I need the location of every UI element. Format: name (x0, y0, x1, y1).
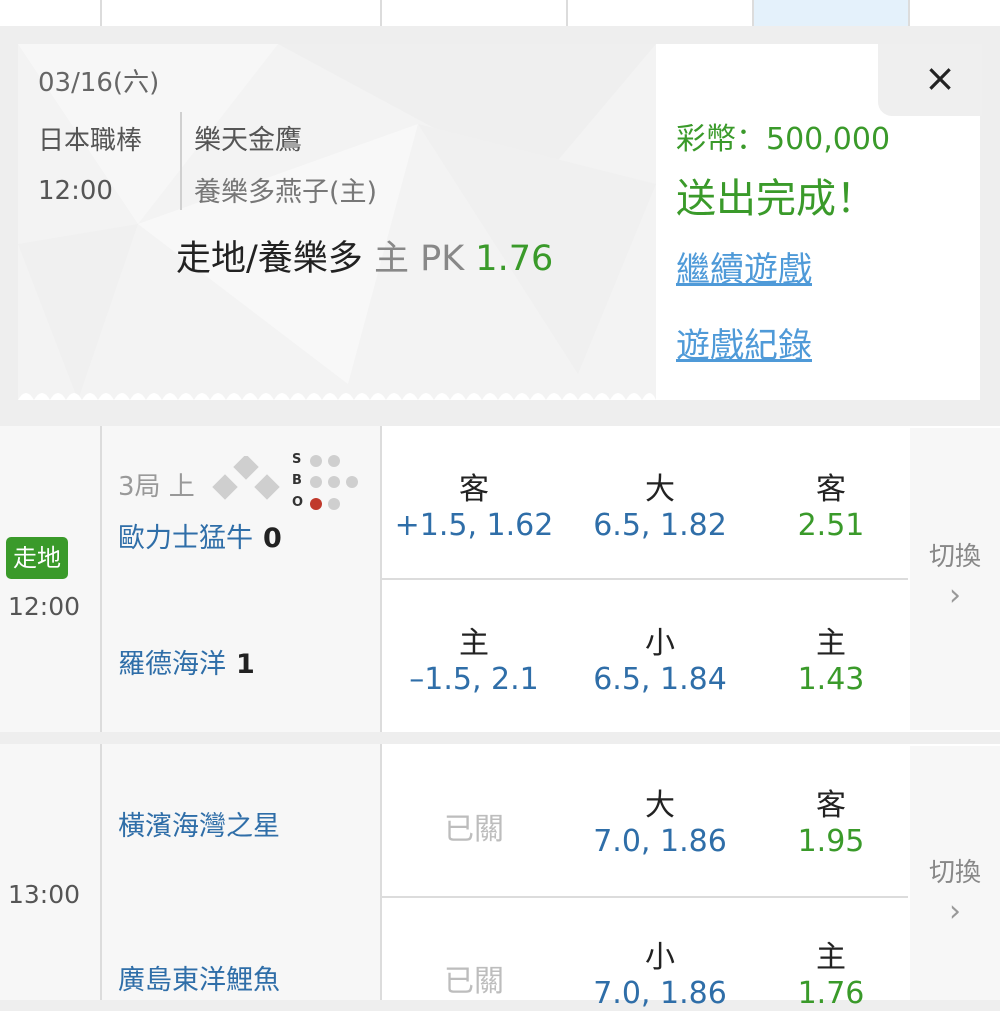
odds-label: 客 (816, 472, 846, 507)
switch-label: 切換 (928, 542, 981, 572)
match-2-time: 13:00 (8, 880, 81, 909)
odds-value: 1.43 (797, 662, 865, 697)
odds-value: 7.0, 1.86 (593, 976, 727, 1011)
divider (100, 744, 102, 1000)
odds-value: 1.95 (797, 824, 865, 859)
match-2-spread-home: 已關 (382, 898, 566, 1000)
match-2-moneyline-home[interactable]: 主 1.76 (754, 898, 908, 1011)
ticket-date: 03/16(六) (38, 68, 160, 98)
match-1-spread-away[interactable]: 客 +1.5, 1.62 (382, 428, 566, 578)
closed-label: 已關 (444, 964, 504, 999)
match-1-time: 12:00 (8, 592, 81, 621)
match-2-total-under[interactable]: 小 7.0, 1.86 (568, 898, 752, 1011)
sbo-label-s: S (292, 452, 302, 467)
odds-label: 大 (645, 788, 675, 823)
ticket-divider (180, 112, 182, 210)
divider (100, 426, 102, 732)
match-2-moneyline-away[interactable]: 客 1.95 (754, 746, 908, 896)
match-1-total-over[interactable]: 大 6.5, 1.82 (568, 428, 752, 578)
match-1-moneyline-home[interactable]: 主 1.43 (754, 580, 908, 730)
match-1-away-team: 歐力士猛牛 0 (118, 516, 282, 555)
home-team-score: 1 (236, 649, 255, 680)
divider (382, 896, 908, 898)
base-diamond-icon (212, 456, 280, 500)
pick-side: 主 (373, 239, 409, 279)
pick-text: 走地/養樂多 (176, 239, 363, 279)
odds-label: 主 (816, 626, 846, 661)
odds-label: 客 (816, 788, 846, 823)
sbo-label-o: O (292, 495, 304, 510)
coin-balance: 彩幣：500,000 (676, 122, 891, 157)
switch-label: 切換 (928, 858, 981, 888)
chevron-right-icon: › (949, 894, 961, 929)
ticket-league: 日本職棒 (38, 126, 143, 156)
ticket-time: 12:00 (38, 176, 113, 206)
submit-status: 送出完成！ (676, 176, 876, 222)
ball-dot (346, 476, 358, 488)
game-history-link[interactable]: 遊戲紀錄 (676, 318, 812, 367)
divider (100, 0, 102, 26)
odds-value: 6.5, 1.84 (593, 662, 727, 697)
divider (382, 578, 908, 580)
odds-label: 客 (459, 472, 489, 507)
ball-dot (310, 476, 322, 488)
divider (380, 744, 382, 1000)
away-team-name: 歐力士猛牛 (118, 523, 253, 554)
out-dot-active (310, 498, 322, 510)
match-2-home-team: 廣島東洋鯉魚 (118, 958, 280, 997)
ball-dot (328, 476, 340, 488)
match-1-spread-home[interactable]: 主 –1.5, 2.1 (382, 580, 566, 730)
match-1-moneyline-away[interactable]: 客 2.51 (754, 428, 908, 578)
live-badge: 走地 (6, 537, 68, 579)
match-1-switch-button[interactable]: 切換 › (910, 428, 1000, 730)
chevron-right-icon: › (949, 578, 961, 613)
odds-value: 7.0, 1.86 (593, 824, 727, 859)
odds-label: 小 (645, 940, 675, 975)
continue-game-link[interactable]: 繼續遊戲 (676, 242, 812, 291)
divider (752, 0, 754, 26)
strike-dot (310, 455, 322, 467)
odds-label: 小 (645, 626, 675, 661)
away-team-name: 橫濱海灣之星 (118, 811, 280, 842)
ticket-pick: 走地/養樂多 主 PK 1.76 (176, 230, 553, 281)
match-2-time-column (0, 744, 100, 1000)
close-icon[interactable]: × (920, 56, 960, 100)
home-team-name: 廣島東洋鯉魚 (118, 965, 280, 996)
odds-value: 1.76 (797, 976, 865, 1011)
match-2-total-over[interactable]: 大 7.0, 1.86 (568, 746, 752, 896)
ticket-home-team: 養樂多燕子(主) (194, 177, 378, 208)
match-2-away-team: 橫濱海灣之星 (118, 804, 280, 843)
selected-odds-cell[interactable] (754, 0, 908, 26)
closed-label: 已關 (444, 812, 504, 847)
home-team-name: 羅德海洋 (118, 649, 226, 680)
ticket-away-team: 樂天金鷹 (194, 125, 302, 156)
divider (380, 426, 382, 732)
inning-status: 3局 上 (118, 472, 195, 502)
match-1-home-team: 羅德海洋 1 (118, 642, 255, 681)
match-1-total-under[interactable]: 小 6.5, 1.84 (568, 580, 752, 730)
previous-row-strip (0, 0, 1000, 26)
odds-label: 主 (816, 940, 846, 975)
pick-odds: 1.76 (475, 239, 554, 279)
away-team-score: 0 (263, 523, 282, 554)
divider (566, 0, 568, 26)
odds-value: 6.5, 1.82 (593, 508, 727, 543)
odds-value: 2.51 (797, 508, 865, 543)
odds-label: 大 (645, 472, 675, 507)
odds-label: 主 (459, 626, 489, 661)
match-2-spread-away: 已關 (382, 746, 566, 896)
match-1-time-column (0, 426, 100, 732)
odds-value: +1.5, 1.62 (394, 508, 554, 543)
out-dot (328, 498, 340, 510)
strike-dot (328, 455, 340, 467)
divider (380, 0, 382, 26)
odds-value: –1.5, 2.1 (409, 662, 539, 697)
pick-type: PK (420, 239, 465, 279)
divider (908, 0, 910, 26)
match-2-switch-button[interactable]: 切換 › (910, 746, 1000, 1000)
sbo-label-b: B (292, 473, 302, 488)
ticket-zigzag-edge (18, 393, 656, 400)
